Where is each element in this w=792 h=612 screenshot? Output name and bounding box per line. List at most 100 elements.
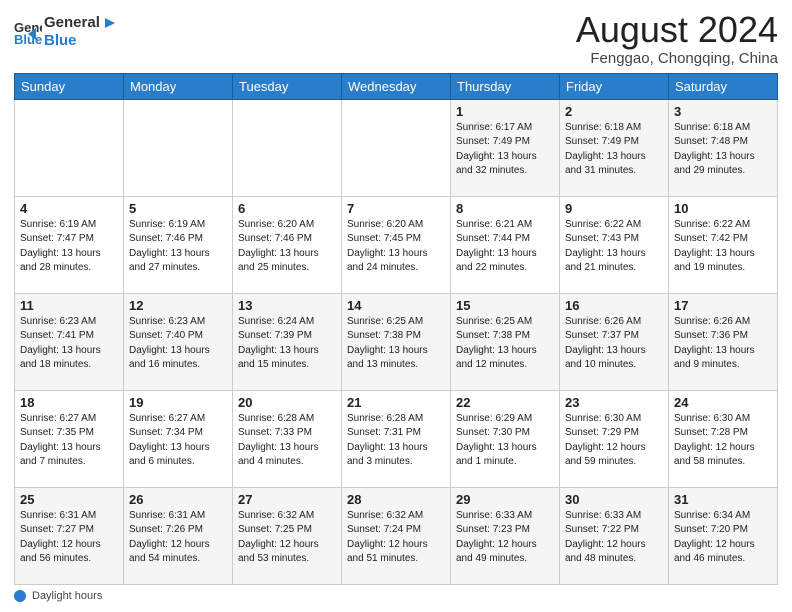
calendar-week-row: 11 Sunrise: 6:23 AM Sunset: 7:41 PM Dayli… bbox=[15, 293, 778, 390]
svg-text:Blue: Blue bbox=[14, 32, 42, 46]
calendar-day-header: Saturday bbox=[669, 73, 778, 99]
calendar-day-cell: 28Sunrise: 6:32 AM Sunset: 7:24 PM Dayli… bbox=[342, 487, 451, 584]
location-subtitle: Fenggao, Chongqing, China bbox=[576, 50, 778, 67]
day-info-text: Sunrise: 6:33 AM Sunset: 7:23 PM Dayligh… bbox=[456, 509, 554, 567]
day-info-text: Sunrise: 6:34 AM Sunset: 7:20 PM Dayligh… bbox=[674, 509, 772, 567]
calendar-day-cell bbox=[15, 99, 124, 196]
calendar-day-cell: 19Sunrise: 6:27 AM Sunset: 7:34 PM Dayli… bbox=[124, 390, 233, 487]
calendar-day-cell: 31Sunrise: 6:34 AM Sunset: 7:20 PM Dayli… bbox=[669, 487, 778, 584]
day-number: 5 bbox=[129, 201, 227, 216]
calendar-day-cell: 8Sunrise: 6:21 AM Sunset: 7:44 PM Daylig… bbox=[451, 196, 560, 293]
day-info-text: Sunrise: 6:19 AM Sunset: 7:46 PM Dayligh… bbox=[129, 218, 227, 276]
calendar-header-row: SundayMondayTuesdayWednesdayThursdayFrid… bbox=[15, 73, 778, 99]
day-info-text: Sunrise: 6:22 AM Sunset: 7:43 PM Dayligh… bbox=[565, 218, 663, 276]
month-year-title: August 2024 bbox=[576, 10, 778, 50]
day-number: 22 bbox=[456, 395, 554, 410]
calendar-day-cell: 27 Sunrise: 6:32 AM Sunset: 7:25 PM Dayli… bbox=[233, 487, 342, 584]
calendar-day-cell: 17Sunrise: 6:26 AM Sunset: 7:36 PM Dayli… bbox=[669, 293, 778, 390]
calendar-day-cell: 30Sunrise: 6:33 AM Sunset: 7:22 PM Dayli… bbox=[560, 487, 669, 584]
logo: General Blue General Blue bbox=[14, 10, 120, 50]
day-number: 25 bbox=[20, 492, 118, 507]
day-number: 7 bbox=[347, 201, 445, 216]
day-info-text: Sunrise: 6:27 AM Sunset: 7:35 PM Dayligh… bbox=[20, 412, 118, 470]
calendar-day-cell: 23Sunrise: 6:30 AM Sunset: 7:29 PM Dayli… bbox=[560, 390, 669, 487]
day-number: 18 bbox=[20, 395, 118, 410]
calendar-day-header: Wednesday bbox=[342, 73, 451, 99]
calendar-day-cell: 20Sunrise: 6:28 AM Sunset: 7:33 PM Dayli… bbox=[233, 390, 342, 487]
day-info-text: Sunrise: 6:23 AM Sunset: 7:41 PM Dayligh… bbox=[20, 315, 118, 373]
day-number: 23 bbox=[565, 395, 663, 410]
calendar-day-header: Monday bbox=[124, 73, 233, 99]
calendar-day-header: Sunday bbox=[15, 73, 124, 99]
day-info-text: Sunrise: 6:18 AM Sunset: 7:48 PM Dayligh… bbox=[674, 121, 772, 179]
calendar-day-cell: 14 Sunrise: 6:25 AM Sunset: 7:38 PM Dayli… bbox=[342, 293, 451, 390]
day-info-text: Sunrise: 6:24 AM Sunset: 7:39 PM Dayligh… bbox=[238, 315, 336, 373]
calendar-day-cell: 13 Sunrise: 6:24 AM Sunset: 7:39 PM Dayli… bbox=[233, 293, 342, 390]
calendar-day-cell: 26Sunrise: 6:31 AM Sunset: 7:26 PM Dayli… bbox=[124, 487, 233, 584]
calendar-day-cell: 3 Sunrise: 6:18 AM Sunset: 7:48 PM Daylig… bbox=[669, 99, 778, 196]
day-info-text: Sunrise: 6:25 AM Sunset: 7:38 PM Dayligh… bbox=[347, 315, 445, 373]
calendar-day-cell bbox=[124, 99, 233, 196]
calendar-day-cell bbox=[233, 99, 342, 196]
day-number: 24 bbox=[674, 395, 772, 410]
day-number: 3 bbox=[674, 104, 772, 119]
day-info-text: Sunrise: 6:20 AM Sunset: 7:45 PM Dayligh… bbox=[347, 218, 445, 276]
calendar-day-cell: 6Sunrise: 6:20 AM Sunset: 7:46 PM Daylig… bbox=[233, 196, 342, 293]
day-info-text: Sunrise: 6:17 AM Sunset: 7:49 PM Dayligh… bbox=[456, 121, 554, 179]
day-info-text: Sunrise: 6:23 AM Sunset: 7:40 PM Dayligh… bbox=[129, 315, 227, 373]
day-number: 11 bbox=[20, 298, 118, 313]
calendar-day-cell: 21 Sunrise: 6:28 AM Sunset: 7:31 PM Dayli… bbox=[342, 390, 451, 487]
calendar-day-cell: 2Sunrise: 6:18 AM Sunset: 7:49 PM Daylig… bbox=[560, 99, 669, 196]
day-number: 26 bbox=[129, 492, 227, 507]
footer-label: Daylight hours bbox=[32, 590, 102, 602]
logo-icon: General Blue bbox=[14, 18, 42, 46]
calendar-week-row: 4Sunrise: 6:19 AM Sunset: 7:47 PM Daylig… bbox=[15, 196, 778, 293]
calendar-day-cell: 16 Sunrise: 6:26 AM Sunset: 7:37 PM Dayli… bbox=[560, 293, 669, 390]
day-info-text: Sunrise: 6:32 AM Sunset: 7:25 PM Dayligh… bbox=[238, 509, 336, 567]
day-number: 21 bbox=[347, 395, 445, 410]
calendar-footer: Daylight hours bbox=[14, 585, 778, 602]
day-number: 30 bbox=[565, 492, 663, 507]
calendar-day-cell: 11 Sunrise: 6:23 AM Sunset: 7:41 PM Dayli… bbox=[15, 293, 124, 390]
calendar-week-row: 18 Sunrise: 6:27 AM Sunset: 7:35 PM Dayli… bbox=[15, 390, 778, 487]
day-info-text: Sunrise: 6:28 AM Sunset: 7:31 PM Dayligh… bbox=[347, 412, 445, 470]
calendar-day-header: Thursday bbox=[451, 73, 560, 99]
calendar-day-cell: 12Sunrise: 6:23 AM Sunset: 7:40 PM Dayli… bbox=[124, 293, 233, 390]
logo-arrow-icon bbox=[101, 14, 119, 32]
calendar-day-cell: 22 Sunrise: 6:29 AM Sunset: 7:30 PM Dayli… bbox=[451, 390, 560, 487]
calendar-day-cell: 15 Sunrise: 6:25 AM Sunset: 7:38 PM Dayli… bbox=[451, 293, 560, 390]
day-number: 16 bbox=[565, 298, 663, 313]
day-number: 29 bbox=[456, 492, 554, 507]
day-info-text: Sunrise: 6:32 AM Sunset: 7:24 PM Dayligh… bbox=[347, 509, 445, 567]
day-number: 10 bbox=[674, 201, 772, 216]
calendar-day-cell: 24 Sunrise: 6:30 AM Sunset: 7:28 PM Dayli… bbox=[669, 390, 778, 487]
day-number: 9 bbox=[565, 201, 663, 216]
day-number: 14 bbox=[347, 298, 445, 313]
day-number: 27 bbox=[238, 492, 336, 507]
calendar-day-cell: 9 Sunrise: 6:22 AM Sunset: 7:43 PM Daylig… bbox=[560, 196, 669, 293]
day-info-text: Sunrise: 6:26 AM Sunset: 7:37 PM Dayligh… bbox=[565, 315, 663, 373]
day-info-text: Sunrise: 6:29 AM Sunset: 7:30 PM Dayligh… bbox=[456, 412, 554, 470]
day-number: 8 bbox=[456, 201, 554, 216]
day-info-text: Sunrise: 6:20 AM Sunset: 7:46 PM Dayligh… bbox=[238, 218, 336, 276]
footer-dot-icon bbox=[14, 590, 26, 602]
day-number: 17 bbox=[674, 298, 772, 313]
day-info-text: Sunrise: 6:25 AM Sunset: 7:38 PM Dayligh… bbox=[456, 315, 554, 373]
calendar-day-cell: 5 Sunrise: 6:19 AM Sunset: 7:46 PM Daylig… bbox=[124, 196, 233, 293]
calendar-day-cell: 1 Sunrise: 6:17 AM Sunset: 7:49 PM Daylig… bbox=[451, 99, 560, 196]
calendar-week-row: 25 Sunrise: 6:31 AM Sunset: 7:27 PM Dayli… bbox=[15, 487, 778, 584]
day-number: 15 bbox=[456, 298, 554, 313]
logo-text: General bbox=[44, 14, 120, 32]
day-number: 20 bbox=[238, 395, 336, 410]
day-info-text: Sunrise: 6:31 AM Sunset: 7:27 PM Dayligh… bbox=[20, 509, 118, 567]
calendar-week-row: 1 Sunrise: 6:17 AM Sunset: 7:49 PM Daylig… bbox=[15, 99, 778, 196]
day-number: 13 bbox=[238, 298, 336, 313]
day-number: 1 bbox=[456, 104, 554, 119]
calendar-table: SundayMondayTuesdayWednesdayThursdayFrid… bbox=[14, 73, 778, 585]
calendar-day-cell: 7 Sunrise: 6:20 AM Sunset: 7:45 PM Daylig… bbox=[342, 196, 451, 293]
day-number: 4 bbox=[20, 201, 118, 216]
day-info-text: Sunrise: 6:22 AM Sunset: 7:42 PM Dayligh… bbox=[674, 218, 772, 276]
calendar-day-cell: 29 Sunrise: 6:33 AM Sunset: 7:23 PM Dayli… bbox=[451, 487, 560, 584]
day-number: 19 bbox=[129, 395, 227, 410]
day-info-text: Sunrise: 6:30 AM Sunset: 7:28 PM Dayligh… bbox=[674, 412, 772, 470]
